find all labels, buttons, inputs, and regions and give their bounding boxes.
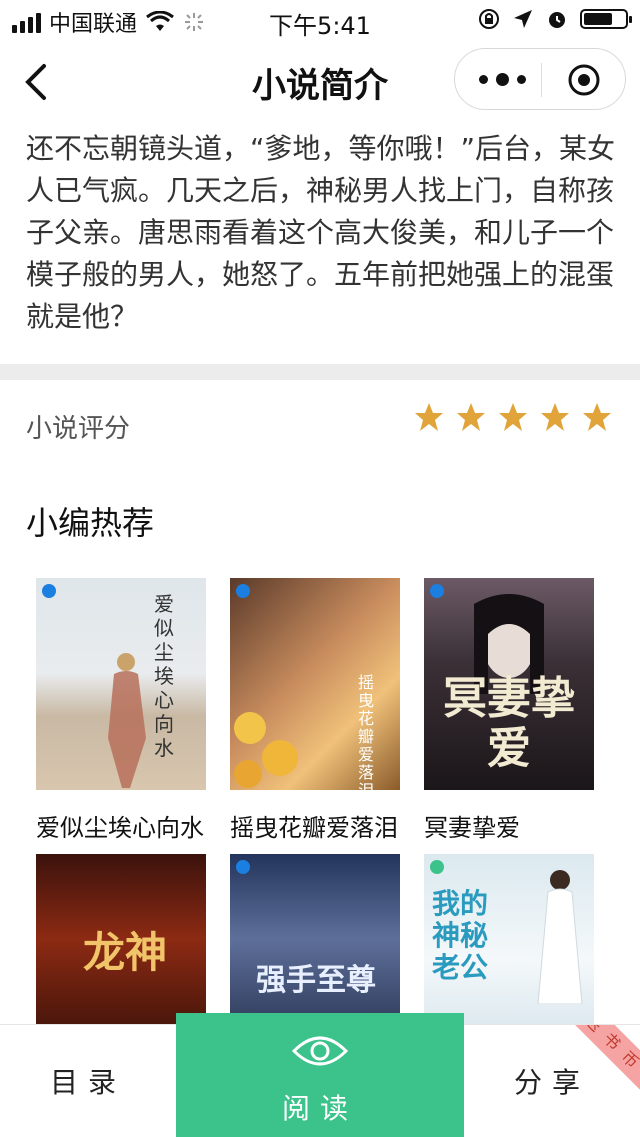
publisher-badge-icon [430, 584, 444, 598]
rotation-lock-icon [479, 9, 499, 29]
read-button-label: 阅读 [281, 1092, 358, 1125]
cover-figure [108, 653, 146, 788]
alarm-icon [549, 12, 565, 28]
ribbon-container: 送书币 [560, 1025, 640, 1105]
book-card[interactable]: 摇曳花瓣爱落泪 摇曳花瓣爱落泪 [230, 578, 400, 843]
star-icon [583, 403, 611, 431]
capsule-divider [541, 63, 542, 97]
book-title[interactable]: 爱似尘埃心向水 [36, 808, 206, 843]
book-card[interactable]: 爱似尘埃心向水 爱似尘埃心向水 [36, 578, 206, 843]
book-cover[interactable]: 爱似尘埃心向水 [36, 578, 206, 790]
share-button[interactable]: 分享 送书币 [464, 1025, 640, 1137]
star-icon [541, 403, 569, 431]
cover-figure [537, 870, 583, 1004]
coin-gift-ribbon[interactable]: 送书币 [566, 1025, 640, 1094]
publisher-badge-icon [236, 860, 250, 874]
section-divider [0, 364, 640, 380]
close-miniprogram-icon[interactable] [567, 63, 601, 97]
publisher-badge-icon [430, 860, 444, 874]
rating-stars [414, 402, 612, 432]
cover-title: 爱似尘埃心向水 [154, 592, 174, 760]
read-button[interactable]: 阅读 [176, 1013, 464, 1137]
publisher-badge-icon [42, 584, 56, 598]
cover-title: 强手至尊 [256, 963, 376, 998]
star-icon [499, 403, 527, 431]
battery-icon [580, 9, 632, 29]
book-cover[interactable]: 摇曳花瓣爱落泪 [230, 578, 400, 790]
catalog-button[interactable]: 目录 [0, 1025, 176, 1137]
novel-intro: 还不忘朝镜头道，“爹地，等你哦！”后台，某女人已气疯。几天之后，神秘男人找上门，… [26, 132, 616, 333]
bottom-bar: 目录 阅读 分享 送书币 [0, 1013, 640, 1137]
rating-label: 小说评分 [26, 414, 131, 444]
more-icon[interactable] [479, 69, 533, 89]
cover-title: 摇曳花瓣爱落泪 [358, 673, 375, 791]
star-icon [415, 403, 443, 431]
book-title[interactable]: 冥妻挚爱 [424, 808, 594, 843]
eye-icon [292, 1036, 348, 1066]
status-right [478, 8, 632, 30]
cover-title: 冥妻挚爱 [443, 673, 575, 774]
book-card[interactable]: 冥妻挚爱 冥妻挚爱 [424, 578, 594, 843]
miniprogram-capsule [454, 48, 626, 110]
publisher-badge-icon [236, 584, 250, 598]
cover-title: 我的神秘老公 [432, 887, 489, 984]
recommend-title: 小编热荐 [26, 504, 155, 542]
star-icon [457, 403, 485, 431]
book-title[interactable]: 摇曳花瓣爱落泪 [230, 808, 400, 843]
cover-title: 龙神 [82, 928, 167, 977]
status-bar: 中国联通 下午5:41 [0, 0, 640, 40]
location-icon [514, 10, 532, 28]
nav-bar: 小说简介 [0, 40, 640, 122]
cover-flowers [234, 712, 298, 788]
book-cover[interactable]: 冥妻挚爱 [424, 578, 594, 790]
